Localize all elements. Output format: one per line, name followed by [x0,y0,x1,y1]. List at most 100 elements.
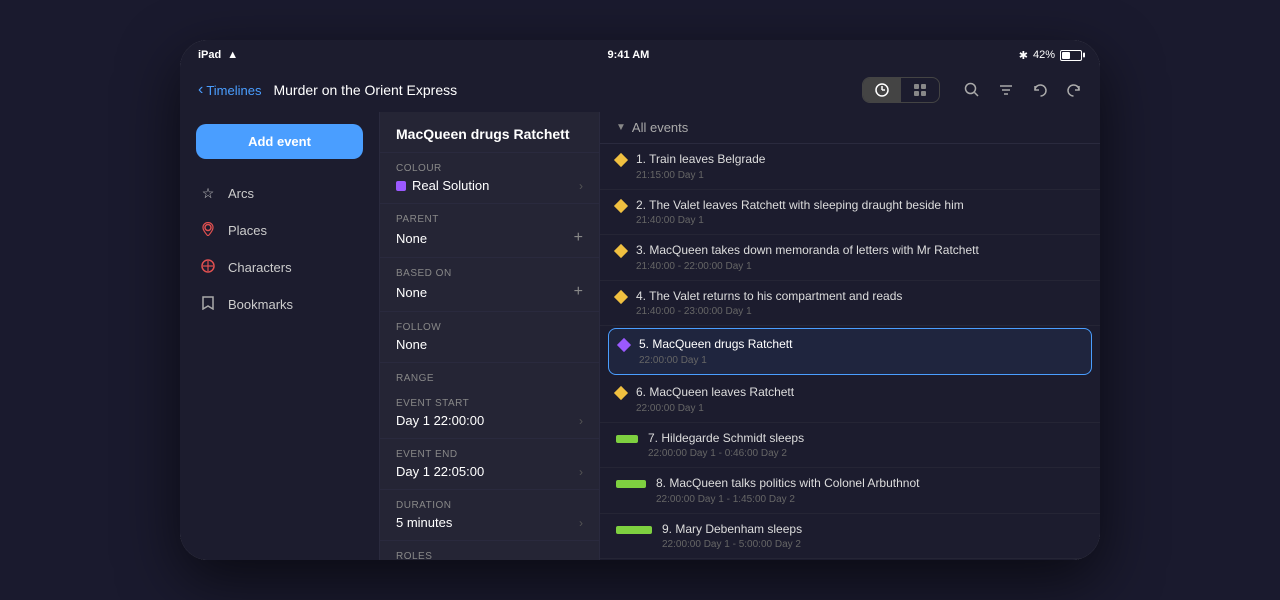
color-swatch [396,181,406,191]
sidebar: Add event ☆ Arcs Places [180,112,380,560]
sidebar-item-characters[interactable]: Characters [180,249,379,286]
event-title: 9. Mary Debenham sleeps [662,522,1084,538]
event-item[interactable]: 8. MacQueen talks politics with Colonel … [600,468,1100,514]
event-title: 5. MacQueen drugs Ratchett [639,337,1081,353]
filter-button[interactable] [998,82,1014,98]
event-item[interactable]: 3. MacQueen takes down memoranda of lett… [600,235,1100,281]
sidebar-characters-label: Characters [228,260,292,275]
event-time: 22:00:00 Day 1 [636,403,1084,414]
back-button[interactable]: ‹ Timelines [198,82,261,99]
follow-field: Follow None [380,312,599,363]
duration-chevron-icon: › [579,516,583,530]
event-item[interactable]: 6. MacQueen leaves Ratchett 22:00:00 Day… [600,377,1100,423]
event-diamond-icon [614,290,628,304]
view-toggle [862,77,940,103]
detail-panel: MacQueen drugs Ratchett Colour Real Solu… [380,112,600,560]
event-title: 4. The Valet returns to his compartment … [636,289,1084,305]
follow-label: Follow [396,322,583,333]
event-item-selected[interactable]: 5. MacQueen drugs Ratchett 22:00:00 Day … [608,328,1092,375]
status-right: ✱ 42% [1019,49,1082,62]
colour-text: Real Solution [412,178,489,193]
event-time: 21:40:00 - 22:00:00 Day 1 [636,261,1084,272]
all-events-label: All events [632,120,688,135]
duration-label: Duration [396,500,583,511]
duration-value: 5 minutes [396,515,452,530]
event-title: 6. MacQueen leaves Ratchett [636,385,1084,401]
event-content: 9. Mary Debenham sleeps 22:00:00 Day 1 -… [662,522,1084,551]
event-item[interactable]: 7. Hildegarde Schmidt sleeps 22:00:00 Da… [600,423,1100,469]
event-item[interactable]: 2. The Valet leaves Ratchett with sleepi… [600,190,1100,236]
event-item[interactable]: 1. Train leaves Belgrade 21:15:00 Day 1 [600,144,1100,190]
ipad-frame: iPad ▲ 9:41 AM ✱ 42% ‹ Timelines Murder … [180,40,1100,560]
status-bar: iPad ▲ 9:41 AM ✱ 42% [180,40,1100,68]
event-content: 4. The Valet returns to his compartment … [636,289,1084,318]
event-time: 22:00:00 Day 1 - 5:00:00 Day 2 [662,539,1084,550]
colour-value: Real Solution [396,178,489,193]
event-title: 1. Train leaves Belgrade [636,152,1084,168]
toggle-grid-button[interactable] [901,78,939,102]
event-title: 2. The Valet leaves Ratchett with sleepi… [636,198,1084,214]
event-start-row[interactable]: Day 1 22:00:00 › [396,413,583,428]
redo-button[interactable] [1066,82,1082,98]
event-start-field: Event start Day 1 22:00:00 › [380,388,599,439]
follow-value: None [396,337,427,352]
sidebar-item-places[interactable]: Places [180,212,379,249]
based-on-label: Based on [396,268,583,279]
collapse-button[interactable]: ▼ [616,122,626,133]
event-end-field: Event end Day 1 22:05:00 › [380,439,599,490]
event-end-row[interactable]: Day 1 22:05:00 › [396,464,583,479]
nav-title: Murder on the Orient Express [273,82,850,98]
based-on-value: None [396,285,427,300]
colour-row[interactable]: Real Solution › [396,178,583,193]
search-button[interactable] [964,82,980,98]
bluetooth-icon: ✱ [1019,49,1028,62]
sidebar-places-label: Places [228,223,267,238]
places-icon [200,222,216,239]
duration-field: Duration 5 minutes › [380,490,599,541]
sidebar-item-bookmarks[interactable]: Bookmarks [180,286,379,323]
event-content: 5. MacQueen drugs Ratchett 22:00:00 Day … [639,337,1081,366]
event-time: 21:40:00 - 23:00:00 Day 1 [636,306,1084,317]
event-start-label: Event start [396,398,583,409]
toggle-clock-button[interactable] [863,78,901,102]
event-item[interactable]: 4. The Valet returns to his compartment … [600,281,1100,327]
status-left: iPad ▲ [198,49,238,61]
event-end-value: Day 1 22:05:00 [396,464,484,479]
event-item[interactable]: 10. Cyrus Hardman stays awake in his com… [600,559,1100,560]
event-start-chevron-icon: › [579,414,583,428]
colour-label: Colour [396,163,583,174]
all-events-header: ▼ All events [600,112,1100,144]
wifi-icon: ▲ [227,49,238,61]
event-start-value: Day 1 22:00:00 [396,413,484,428]
event-bar-icon [616,480,646,488]
timeline-panel: ▼ All events 1. Train leaves Belgrade 21… [600,112,1100,560]
sidebar-item-arcs[interactable]: ☆ Arcs [180,175,379,212]
event-time: 22:00:00 Day 1 - 0:46:00 Day 2 [648,448,1084,459]
event-time: 21:15:00 Day 1 [636,170,1084,181]
event-title: 8. MacQueen talks politics with Colonel … [656,476,1084,492]
event-content: 2. The Valet leaves Ratchett with sleepi… [636,198,1084,227]
based-on-add-icon[interactable]: + [574,283,583,301]
event-diamond-icon [614,199,628,213]
parent-value: None [396,231,427,246]
event-content: 8. MacQueen talks politics with Colonel … [656,476,1084,505]
event-time: 21:40:00 Day 1 [636,215,1084,226]
sidebar-bookmarks-label: Bookmarks [228,297,293,312]
event-title: 7. Hildegarde Schmidt sleeps [648,431,1084,447]
nav-bar: ‹ Timelines Murder on the Orient Express [180,68,1100,112]
detail-title: MacQueen drugs Ratchett [380,112,599,153]
duration-row[interactable]: 5 minutes › [396,515,583,530]
battery-fill [1062,52,1070,59]
roles-section-label: ROLES [380,541,599,560]
back-chevron-icon: ‹ [198,81,203,99]
event-diamond-icon [614,153,628,167]
sidebar-arcs-label: Arcs [228,186,254,201]
main-content: Add event ☆ Arcs Places [180,112,1100,560]
add-event-button[interactable]: Add event [196,124,363,159]
undo-button[interactable] [1032,82,1048,98]
event-time: 22:00:00 Day 1 [639,355,1081,366]
event-time: 22:00:00 Day 1 - 1:45:00 Day 2 [656,494,1084,505]
parent-add-icon[interactable]: + [574,229,583,247]
event-item[interactable]: 9. Mary Debenham sleeps 22:00:00 Day 1 -… [600,514,1100,560]
based-on-field: Based on None + [380,258,599,312]
